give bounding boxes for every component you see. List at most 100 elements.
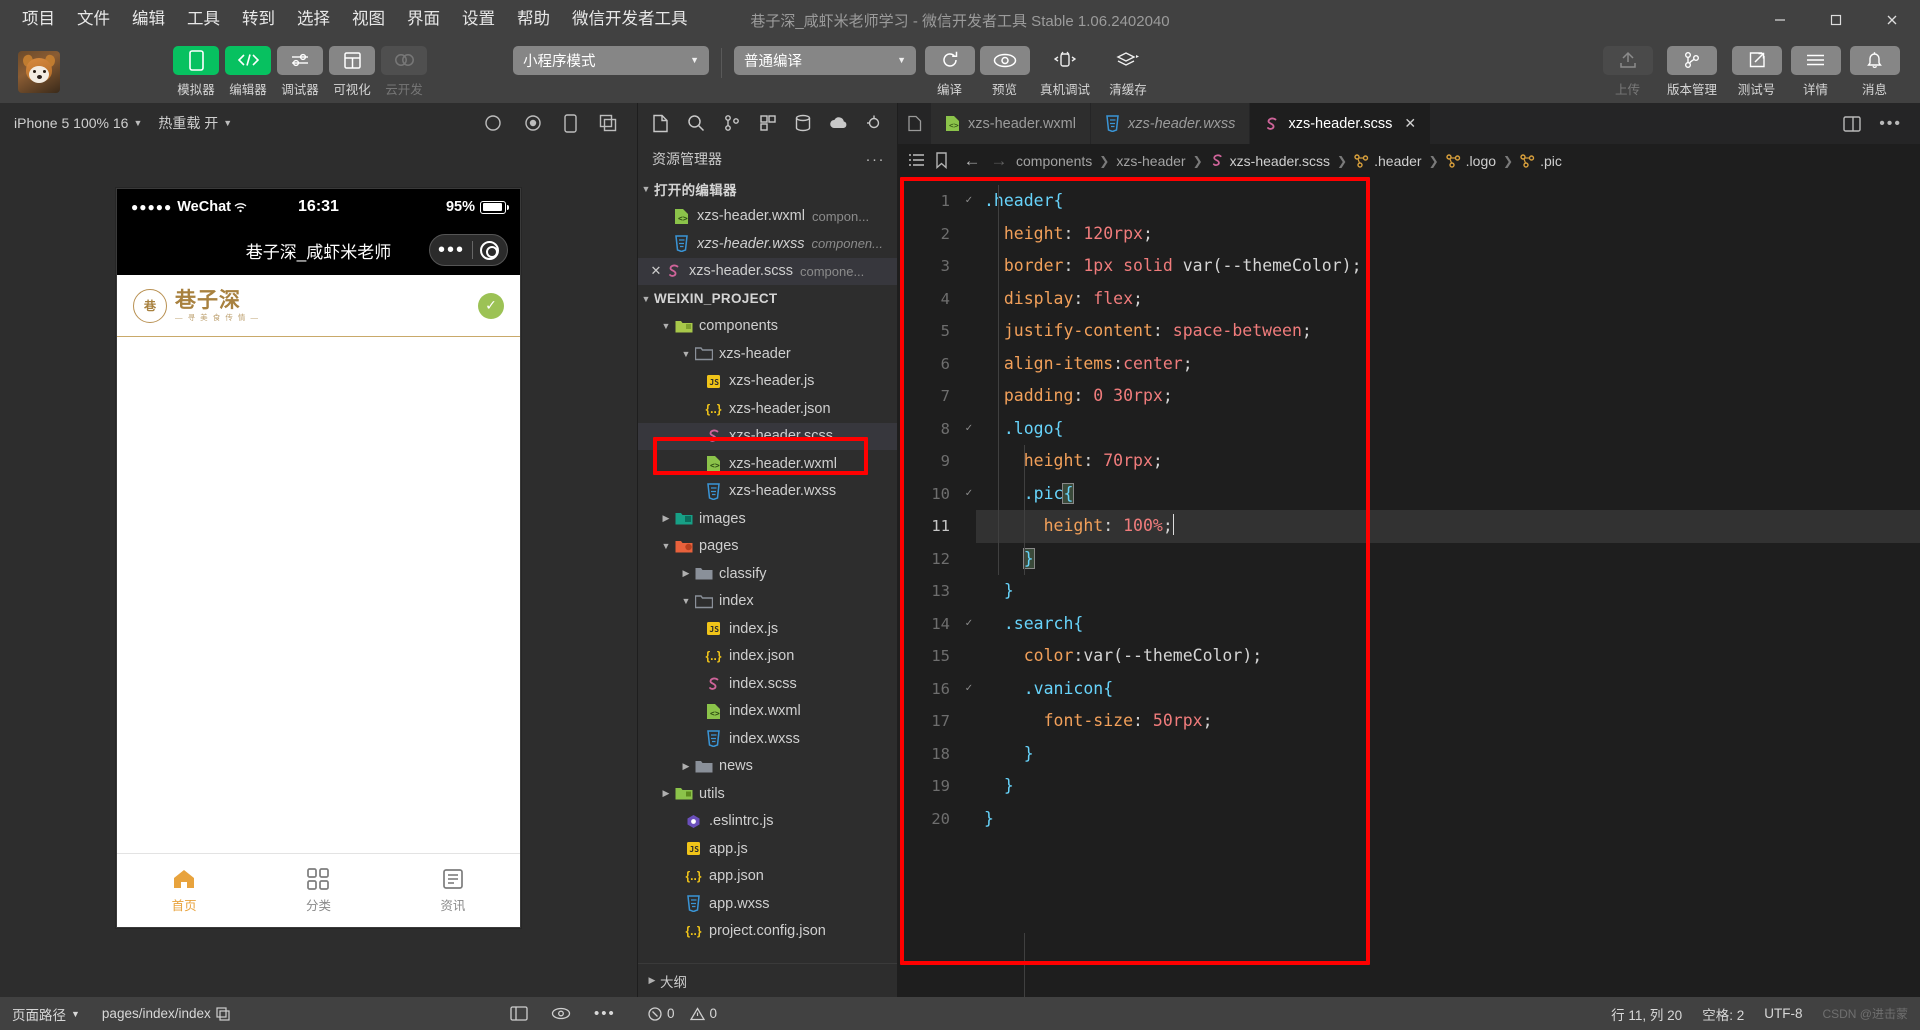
menu-item-goto[interactable]: 转到 xyxy=(232,6,285,34)
messages-button[interactable]: 消息 xyxy=(1847,45,1902,98)
tree-item-xzs-header-wxml[interactable]: <> xzs-header.wxml xyxy=(638,450,897,478)
fold-toggle-icon[interactable]: ✓ xyxy=(962,673,976,706)
code-line[interactable]: height: 120rpx; xyxy=(976,218,1920,251)
code-line[interactable]: .header{ xyxy=(976,185,1920,218)
device-select[interactable]: iPhone 5 100% 16 ▼ xyxy=(14,115,142,131)
code-line[interactable]: .search{ xyxy=(976,608,1920,641)
close-icon[interactable]: ✕ xyxy=(648,263,664,279)
record-icon[interactable] xyxy=(524,114,542,132)
code-line[interactable]: height: 100%; xyxy=(976,510,1920,543)
menu-item-file[interactable]: 文件 xyxy=(67,6,120,34)
source-control-icon[interactable] xyxy=(719,110,745,136)
tree-item-xzs-header-scss[interactable]: xzs-header.scss xyxy=(638,422,897,450)
tree-item-index-wxss[interactable]: index.wxss xyxy=(638,725,897,753)
more-icon[interactable]: ••• xyxy=(1879,116,1902,131)
compile-button[interactable]: 编译 xyxy=(922,45,977,98)
tree-item-index-scss[interactable]: index.scss xyxy=(638,670,897,698)
phone-capsule-buttons[interactable]: ••• xyxy=(428,234,508,266)
tree-item-images[interactable]: ▶ images xyxy=(638,505,897,533)
menu-item-settings[interactable]: 设置 xyxy=(452,6,505,34)
chevron-right-icon[interactable]: ▶ xyxy=(658,513,674,524)
toggle-visual[interactable]: 可视化 xyxy=(328,45,376,98)
breadcrumb-rule-pic[interactable]: .pic xyxy=(1520,153,1562,169)
tree-item-index-folder[interactable]: ▼ index xyxy=(638,588,897,616)
back-button[interactable]: ← xyxy=(962,151,982,171)
toggle-debugger[interactable]: 调试器 xyxy=(276,45,324,98)
tree-item-xzs-header-js[interactable]: JS xzs-header.js xyxy=(638,368,897,396)
editor-tab-wxss[interactable]: xzs-header.wxss xyxy=(1090,103,1251,144)
tree-item-eslintrc[interactable]: .eslintrc.js xyxy=(638,808,897,836)
details-button[interactable]: 详情 xyxy=(1788,45,1843,98)
fold-toggle-icon[interactable]: ✓ xyxy=(962,478,976,511)
code-line[interactable]: color:var(--themeColor); xyxy=(976,640,1920,673)
user-avatar[interactable] xyxy=(18,50,60,93)
menu-item-tools[interactable]: 工具 xyxy=(177,6,230,34)
fold-column[interactable]: ✓ ✓ ✓ ✓ ✓ xyxy=(962,177,976,997)
mode-select[interactable]: 小程序模式 ▼ xyxy=(513,45,709,75)
code-line[interactable]: .logo{ xyxy=(976,413,1920,446)
encoding-setting[interactable]: UTF-8 xyxy=(1764,1006,1802,1021)
chevron-right-icon[interactable]: ▶ xyxy=(678,568,694,579)
fold-toggle-icon[interactable]: ✓ xyxy=(962,608,976,641)
code-line[interactable]: justify-content: space-between; xyxy=(976,315,1920,348)
rotate-icon[interactable] xyxy=(484,114,502,132)
files-icon[interactable] xyxy=(648,110,674,136)
cursor-position[interactable]: 行 11, 列 20 xyxy=(1611,1004,1682,1024)
chevron-down-icon[interactable]: ▼ xyxy=(678,349,694,359)
menu-item-help[interactable]: 帮助 xyxy=(507,6,560,34)
tree-item-index-js[interactable]: JS index.js xyxy=(638,615,897,643)
maximize-button[interactable] xyxy=(1808,0,1864,40)
code-line[interactable]: .vanicon{ xyxy=(976,673,1920,706)
forward-button[interactable]: → xyxy=(989,151,1009,171)
code-line[interactable]: } xyxy=(976,803,1920,836)
files-list-icon[interactable] xyxy=(906,115,923,132)
tree-item-project-config[interactable]: {..} project.config.json xyxy=(638,918,897,946)
code-line[interactable]: } xyxy=(976,575,1920,608)
code-content[interactable]: .header{ height: 120rpx; border: 1px sol… xyxy=(976,177,1920,997)
debug-icon[interactable] xyxy=(861,110,887,136)
toggle-simulator[interactable]: 模拟器 xyxy=(172,45,220,98)
chevron-down-icon[interactable]: ▼ xyxy=(658,321,674,331)
database-icon[interactable] xyxy=(790,110,816,136)
version-control-button[interactable]: 版本管理 xyxy=(1659,45,1725,98)
fold-toggle-icon[interactable]: ✓ xyxy=(962,413,976,446)
code-line[interactable]: } xyxy=(976,738,1920,771)
toggle-editor[interactable]: 编辑器 xyxy=(224,45,272,98)
problems-indicator[interactable]: 0 0 xyxy=(648,1006,717,1021)
search-icon[interactable] xyxy=(684,110,710,136)
close-icon[interactable]: ✕ xyxy=(1404,115,1416,132)
page-path-group[interactable]: 页面路径 ▼ xyxy=(12,1004,80,1024)
tabbar-item-classify[interactable]: 分类 xyxy=(251,867,385,914)
menu-item-interface[interactable]: 界面 xyxy=(397,6,450,34)
code-line[interactable]: align-items:center; xyxy=(976,348,1920,381)
chevron-down-icon[interactable]: ▼ xyxy=(658,541,674,551)
indent-setting[interactable]: 空格: 2 xyxy=(1702,1004,1744,1024)
toggle-cloud[interactable]: 云开发 xyxy=(380,45,428,98)
chevron-right-icon[interactable]: ▶ xyxy=(658,788,674,799)
more-icon[interactable]: ••• xyxy=(594,1006,616,1020)
breadcrumb-file[interactable]: xzs-header.scss xyxy=(1210,153,1330,169)
tree-item-index-wxml[interactable]: <> index.wxml xyxy=(638,698,897,726)
code-line[interactable]: font-size: 50rpx; xyxy=(976,705,1920,738)
tabbar-item-home[interactable]: 首页 xyxy=(117,868,251,914)
menu-item-view[interactable]: 视图 xyxy=(342,6,395,34)
split-editor-icon[interactable] xyxy=(1843,115,1861,132)
code-line[interactable]: display: flex; xyxy=(976,283,1920,316)
tree-item-xzs-header-wxss[interactable]: xzs-header.wxss xyxy=(638,478,897,506)
menu-item-edit[interactable]: 编辑 xyxy=(122,6,175,34)
open-editor-item-wxss[interactable]: xzs-header.wxss componen... xyxy=(638,230,897,258)
menu-item-project[interactable]: 项目 xyxy=(12,6,65,34)
real-device-debug-button[interactable]: 真机调试 xyxy=(1032,46,1098,98)
breadcrumb-rule-header[interactable]: .header xyxy=(1354,153,1422,169)
clear-cache-button[interactable]: 清缓存 xyxy=(1098,46,1158,98)
fold-toggle-icon[interactable]: ✓ xyxy=(962,185,976,218)
tree-item-app-wxss[interactable]: app.wxss xyxy=(638,890,897,918)
code-area[interactable]: 1 2 3 4 5 6 7 8 9 10 11 12 13 14 15 16 17 18 19 20 ✓ ✓ ✓ ✓ ✓ .h… xyxy=(898,177,1920,997)
tree-item-components[interactable]: ▼ components xyxy=(638,313,897,341)
code-line[interactable]: border: 1px solid var(--themeColor); xyxy=(976,250,1920,283)
tree-item-app-json[interactable]: {..} app.json xyxy=(638,863,897,891)
section-project-root[interactable]: ▼ WEIXIN_PROJECT xyxy=(638,285,897,313)
tree-item-classify[interactable]: ▶ classify xyxy=(638,560,897,588)
editor-tab-scss[interactable]: xzs-header.scss ✕ xyxy=(1250,103,1432,144)
hot-reload-select[interactable]: 热重载 开 ▼ xyxy=(158,113,232,133)
